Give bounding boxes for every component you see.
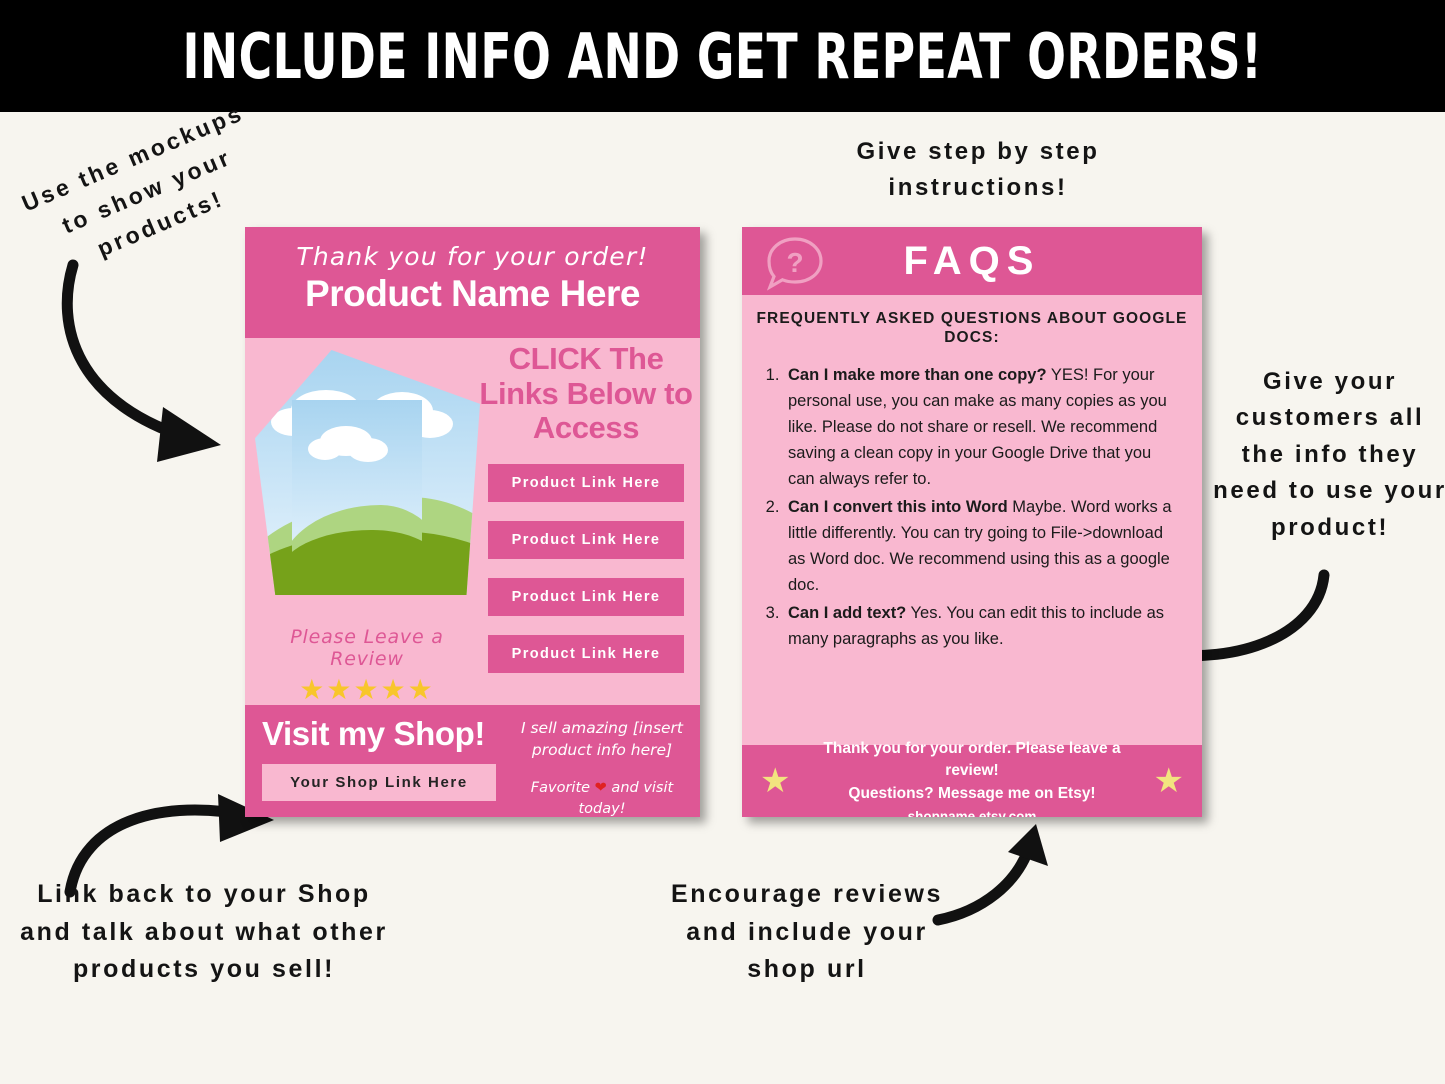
top-banner: INCLUDE INFO AND GET REPEAT ORDERS! [0, 0, 1445, 112]
svg-text:?: ? [786, 247, 803, 278]
product-mockup-image [255, 348, 485, 618]
shop-link-button[interactable]: Your Shop Link Here [262, 764, 496, 801]
visit-shop-heading: Visit my Shop! [262, 715, 485, 752]
annotation-bottom-center: Encourage reviews and include your shop … [670, 880, 944, 983]
left-card-header: Thank you for your order! Product Name H… [245, 227, 700, 338]
faq-item: Can I convert this into Word Maybe. Word… [784, 494, 1180, 598]
faq-question: Can I make more than one copy? [788, 365, 1047, 384]
thank-you-text: Thank you for your order! [296, 242, 649, 271]
product-link-button-1[interactable]: Product Link Here [488, 464, 684, 503]
left-card-footer: Visit my Shop! Your Shop Link Here I sel… [245, 705, 700, 817]
product-links-group: Product Link Here Product Link Here Prod… [477, 464, 695, 674]
cloud-icon [308, 438, 342, 460]
shop-block: Visit my Shop! Your Shop Link Here [262, 715, 512, 801]
faq-footer-text: Thank you for your order. Please leave a… [808, 738, 1135, 817]
faq-card-footer: ★ Thank you for your order. Please leave… [742, 740, 1202, 817]
leave-review-text: Please Leave a Review [290, 626, 444, 670]
footer-line-1: Thank you for your order. Please leave a… [823, 739, 1121, 780]
product-link-button-2[interactable]: Product Link Here [488, 521, 684, 560]
footer-shop-url: shopname.etsy.com [907, 809, 1037, 817]
mockup-sheet-front [292, 400, 422, 575]
product-link-button-4[interactable]: Product Link Here [488, 635, 684, 674]
annotation-bottom-left: Link back to your Shop and talk about wh… [20, 880, 388, 983]
star-icon-left: ★ [760, 762, 791, 800]
banner-title: INCLUDE INFO AND GET REPEAT ORDERS! [182, 19, 1263, 93]
cloud-icon [348, 438, 388, 462]
faq-card-header: ? FAQS [742, 227, 1202, 295]
faq-question: Can I convert this into Word [788, 498, 1008, 517]
links-column: CLICK The Links Below to Access Product … [477, 341, 695, 692]
shop-description-block: I sell amazing [insert product info here… [516, 717, 688, 817]
star-icon-right: ★ [1153, 762, 1184, 800]
question-bubble-icon: ? [766, 237, 823, 291]
faq-card: ? FAQS FREQUENTLY ASKED QUESTIONS ABOUT … [742, 227, 1202, 817]
review-block: Please Leave a Review ★★★★★ [253, 626, 481, 704]
footer-line-2: Questions? Message me on Etsy! [848, 784, 1096, 802]
heart-icon: ❤ [594, 779, 607, 796]
product-name-text: Product Name Here [305, 273, 640, 314]
faq-question: Can I add text? [788, 604, 907, 623]
star-rating-icon: ★★★★★ [299, 674, 435, 705]
sell-line-text: I sell amazing [insert product info here… [520, 719, 684, 760]
favorite-pre-text: Favorite [530, 779, 595, 796]
faq-item: Can I make more than one copy? YES! For … [784, 362, 1180, 492]
faq-title: FAQS [903, 238, 1041, 283]
click-links-heading: CLICK The Links Below to Access [479, 341, 693, 446]
favorite-line: Favorite ❤ and visit today! [516, 778, 688, 817]
product-link-button-3[interactable]: Product Link Here [488, 578, 684, 617]
annotation-top-center: Give step by step instructions! [856, 138, 1100, 201]
arrow-top-left-icon [61, 259, 221, 462]
thank-you-card: Thank you for your order! Product Name H… [245, 227, 700, 817]
faq-answer: YES! For your personal use, you can make… [788, 365, 1167, 488]
left-card-body: CLICK The Links Below to Access Product … [245, 338, 700, 704]
faq-list: Can I make more than one copy? YES! For … [766, 362, 1180, 653]
faq-item: Can I add text? Yes. You can edit this t… [784, 600, 1180, 652]
annotation-right: Give your customers all the info they ne… [1213, 368, 1445, 541]
faq-subtitle: FREQUENTLY ASKED QUESTIONS ABOUT GOOGLE … [756, 310, 1188, 347]
annotation-top-left: Use the mockups to show your products! [17, 99, 248, 262]
